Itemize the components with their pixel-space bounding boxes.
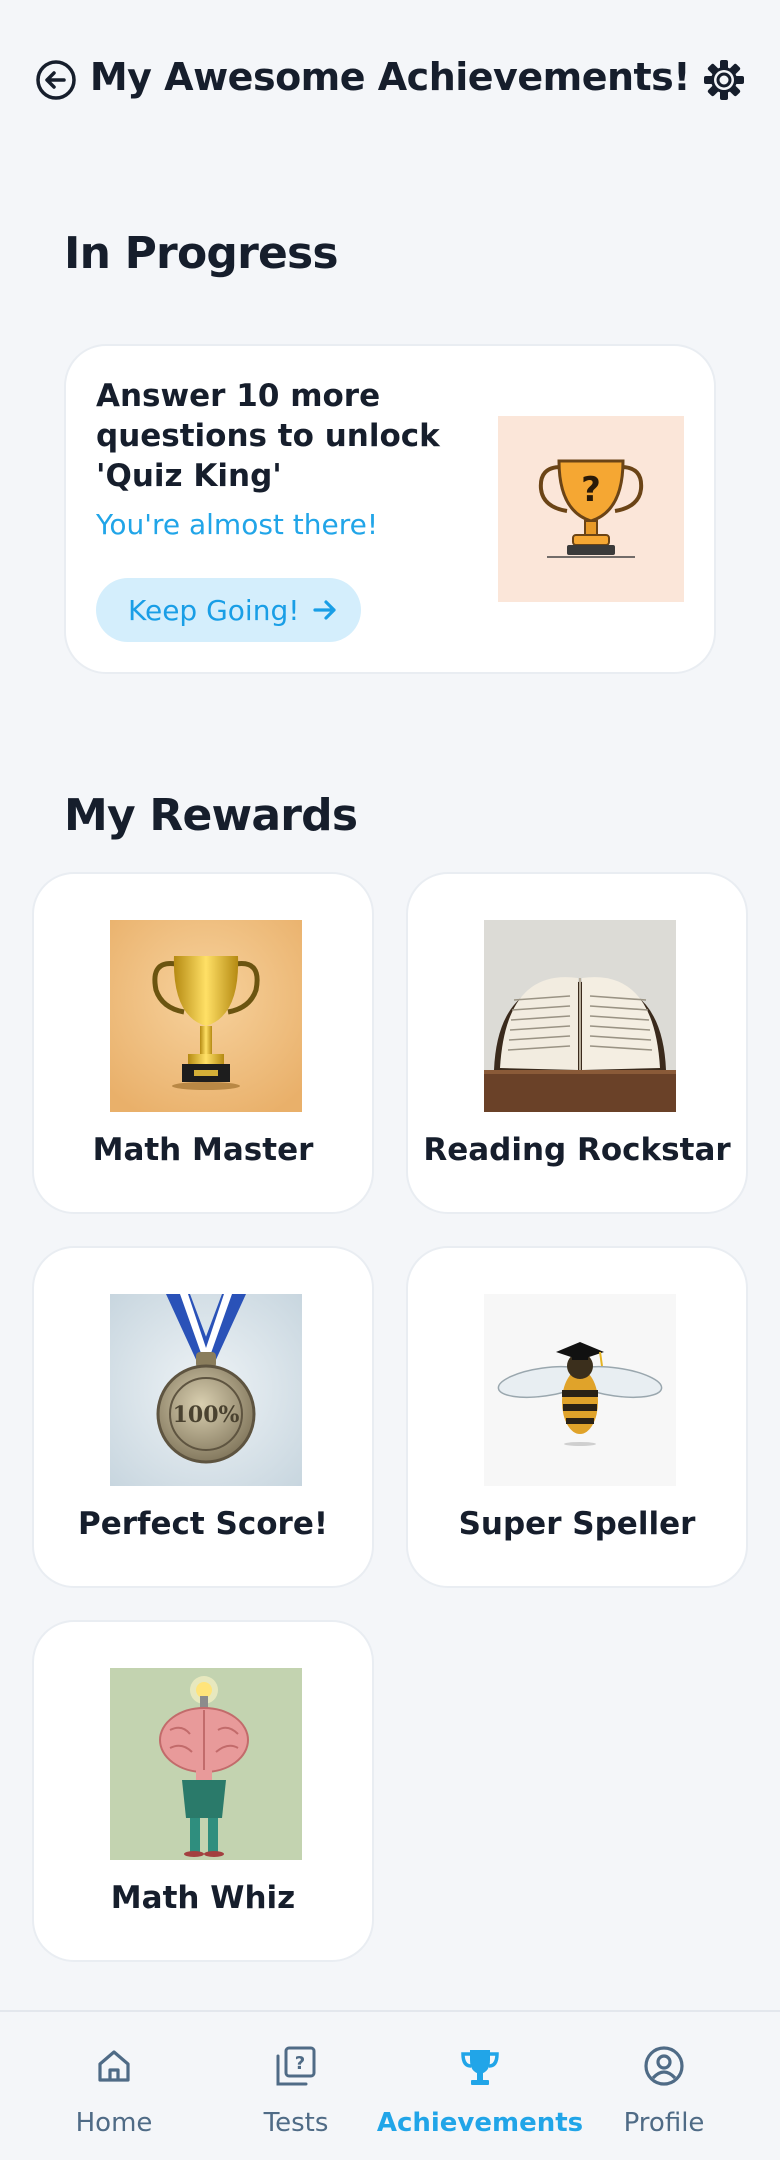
brain-lightbulb-character-image [110, 1668, 302, 1860]
svg-text:?: ? [581, 470, 601, 510]
nav-label: Achievements [376, 2108, 584, 2138]
nav-item-profile[interactable]: Profile [612, 2012, 716, 2160]
reward-label: Math Whiz [110, 1880, 296, 1916]
reward-card-perfect-score[interactable]: 100% Perfect Score! [32, 1246, 374, 1588]
home-icon [98, 2050, 130, 2082]
nav-label: Profile [623, 2108, 705, 2138]
user-circle-icon [644, 2046, 684, 2086]
progress-encouragement: You're almost there! [96, 508, 379, 541]
nav-label: Home [75, 2108, 153, 2138]
reward-card-reading-rockstar[interactable]: Reading Rockstar [406, 872, 748, 1214]
arrow-right-icon [313, 600, 337, 620]
open-book-image [484, 920, 676, 1112]
tests-quiz-icon: ? [276, 2046, 316, 2086]
in-progress-heading: In Progress [64, 228, 339, 279]
gold-trophy-image [110, 920, 302, 1112]
progress-message: Answer 10 more questions to unlock 'Quiz… [96, 378, 440, 494]
svg-text:100%: 100% [173, 1402, 240, 1428]
gear-icon [704, 60, 744, 100]
reward-card-math-master[interactable]: Math Master [32, 872, 374, 1214]
keep-going-label: Keep Going! [128, 593, 300, 627]
progress-card: Answer 10 more questions to unlock 'Quiz… [64, 344, 716, 674]
nav-item-achievements[interactable]: Achievements [376, 2012, 584, 2160]
reward-label: Reading Rockstar [423, 1132, 731, 1168]
bee-graduation-cap-image [484, 1294, 676, 1486]
trophy-icon [461, 2050, 499, 2085]
rewards-heading: My Rewards [64, 790, 358, 841]
svg-text:?: ? [295, 2053, 305, 2074]
achievements-screen: My Awesome Achievements! In Progress Ans… [0, 0, 780, 2160]
settings-button[interactable] [696, 52, 752, 108]
keep-going-button[interactable]: Keep Going! [96, 578, 362, 642]
reward-label: Super Speller [458, 1506, 696, 1542]
quiz-king-trophy-image: ? [498, 416, 684, 602]
reward-label: Math Master [92, 1132, 314, 1168]
nav-label: Tests [263, 2108, 329, 2138]
reward-card-super-speller[interactable]: Super Speller [406, 1246, 748, 1588]
reward-label: Perfect Score! [78, 1506, 328, 1542]
bottom-navigation: Home ? Tests Achievements Profile [0, 2010, 780, 2160]
nav-item-tests[interactable]: ? Tests [246, 2012, 346, 2160]
medal-100-image: 100% [110, 1294, 302, 1486]
header: My Awesome Achievements! [0, 0, 780, 160]
trophy-question-mark-icon: ? [538, 459, 644, 558]
reward-card-math-whiz[interactable]: Math Whiz [32, 1620, 374, 1962]
page-title: My Awesome Achievements! [89, 55, 691, 99]
nav-item-home[interactable]: Home [64, 2012, 164, 2160]
